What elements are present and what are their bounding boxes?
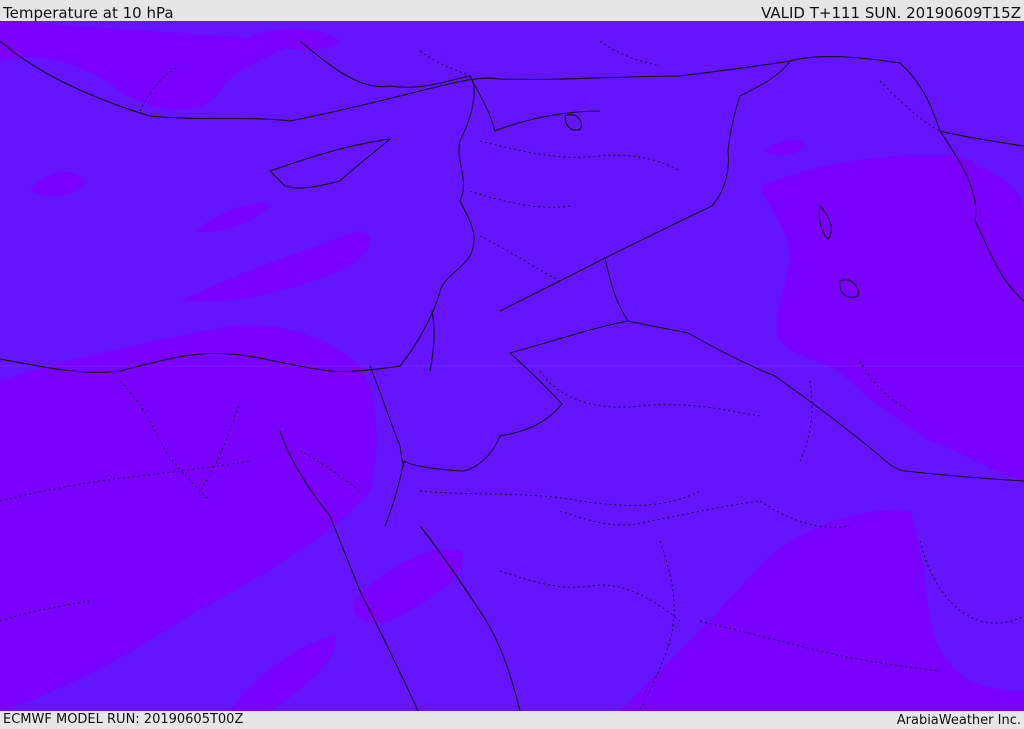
coast-dead-sea <box>429 310 435 372</box>
band-cyprus-south <box>195 202 270 232</box>
map-canvas <box>0 21 1024 711</box>
band-east-iraq <box>760 154 1024 481</box>
band-northwest <box>0 21 300 110</box>
header-bar: Temperature at 10 hPa VALID T+111 SUN. 2… <box>0 0 1024 22</box>
model-run-label: ECMWF MODEL RUN: 20190605T00Z <box>3 712 244 727</box>
credit-label: ArabiaWeather Inc. <box>896 713 1021 728</box>
band-south <box>230 636 336 711</box>
footer-bar: ECMWF MODEL RUN: 20190605T00Z ArabiaWeat… <box>0 711 1024 729</box>
valid-time-label: VALID T+111 SUN. 20190609T15Z <box>761 4 1021 22</box>
border-jordan-iraq <box>604 257 629 322</box>
band-east-small <box>765 139 805 156</box>
coast-aqaba <box>384 460 405 527</box>
border-syria-turkey <box>469 75 601 132</box>
band-arabia <box>620 510 1024 711</box>
coast-lake-tharthar <box>564 114 582 131</box>
border-syria-iraq <box>499 60 791 312</box>
band-sea <box>180 231 371 302</box>
border-jordan-saudi <box>403 320 629 472</box>
coast-cyprus <box>268 138 392 189</box>
band-left-small <box>30 172 85 197</box>
map-title: Temperature at 10 hPa <box>3 4 174 22</box>
temperature-map <box>0 21 1024 711</box>
